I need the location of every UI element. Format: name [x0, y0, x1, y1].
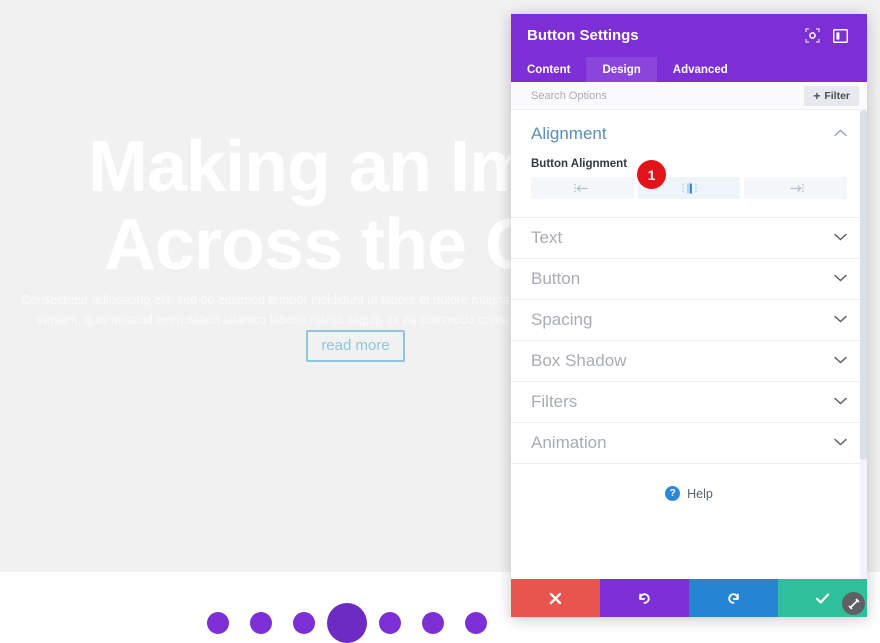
- section-filters[interactable]: Filters: [511, 382, 867, 423]
- align-left-button[interactable]: [531, 177, 634, 199]
- align-right-button[interactable]: [744, 177, 848, 199]
- search-bar: + Filter: [511, 82, 867, 110]
- dot-indicator[interactable]: [422, 612, 444, 634]
- section-title: Filters: [531, 392, 578, 411]
- help-label: Help: [687, 486, 713, 501]
- button-settings-modal: Button Settings ContentDesignAdvanced + …: [511, 14, 867, 617]
- dot-indicator[interactable]: [327, 603, 367, 643]
- chevron-up-icon: [834, 129, 847, 140]
- section-alignment: Alignment Button Alignment: [511, 110, 867, 218]
- modal-footer: [511, 579, 867, 617]
- modal-title: Button Settings: [527, 27, 639, 44]
- tab-content[interactable]: Content: [511, 57, 586, 82]
- dot-indicator[interactable]: [207, 612, 229, 634]
- dot-indicator[interactable]: [379, 612, 401, 634]
- button-alignment-label: Button Alignment: [531, 158, 628, 170]
- section-title: Animation: [531, 433, 607, 452]
- dot-indicator[interactable]: [293, 612, 315, 634]
- cancel-button[interactable]: [511, 579, 600, 617]
- help-link[interactable]: ? Help: [511, 464, 867, 501]
- settings-panel-body: Alignment Button Alignment Text Button S…: [511, 110, 867, 579]
- section-box-shadow[interactable]: Box Shadow: [511, 341, 867, 382]
- section-animation[interactable]: Animation: [511, 423, 867, 464]
- section-text[interactable]: Text: [511, 218, 867, 259]
- tab-advanced[interactable]: Advanced: [657, 57, 744, 82]
- section-alignment-header[interactable]: Alignment: [531, 124, 847, 144]
- chevron-down-icon: [834, 274, 847, 285]
- chevron-down-icon: [834, 315, 847, 326]
- undo-button[interactable]: [600, 579, 689, 617]
- filter-button-label: Filter: [824, 89, 850, 102]
- modal-tabs[interactable]: Content Design Advanced: [511, 57, 867, 82]
- panel-layout-icon[interactable]: [829, 25, 851, 47]
- button-alignment-control[interactable]: [531, 177, 848, 199]
- section-alignment-title: Alignment: [531, 124, 607, 143]
- resize-handle[interactable]: [842, 592, 865, 615]
- dot-indicator[interactable]: [250, 612, 272, 634]
- section-title: Button: [531, 269, 581, 288]
- chevron-down-icon: [834, 356, 847, 367]
- search-input[interactable]: [531, 89, 805, 102]
- collapsed-sections-list: Text Button Spacing Box Shadow Filters Animat…: [511, 218, 867, 464]
- section-title: Text: [531, 228, 563, 247]
- section-title: Box Shadow: [531, 351, 627, 370]
- chevron-down-icon: [834, 397, 847, 408]
- filter-button[interactable]: + Filter: [804, 85, 859, 106]
- chevron-down-icon: [834, 233, 847, 244]
- plus-icon: +: [813, 88, 821, 103]
- read-more-button[interactable]: read more: [306, 330, 405, 362]
- tab-design[interactable]: Design: [586, 57, 657, 82]
- panel-scrollbar-thumb[interactable]: [860, 110, 867, 460]
- section-spacing[interactable]: Spacing: [511, 300, 867, 341]
- modal-header: Button Settings: [511, 14, 867, 57]
- panel-scrollbar[interactable]: [860, 110, 867, 579]
- redo-button[interactable]: [689, 579, 778, 617]
- help-icon: ?: [665, 486, 681, 501]
- annotation-badge-1: 1: [637, 160, 666, 189]
- chevron-down-icon: [834, 438, 847, 449]
- dot-indicator[interactable]: [465, 612, 487, 634]
- section-title: Spacing: [531, 310, 593, 329]
- focus-target-icon[interactable]: [801, 25, 823, 47]
- section-button[interactable]: Button: [511, 259, 867, 300]
